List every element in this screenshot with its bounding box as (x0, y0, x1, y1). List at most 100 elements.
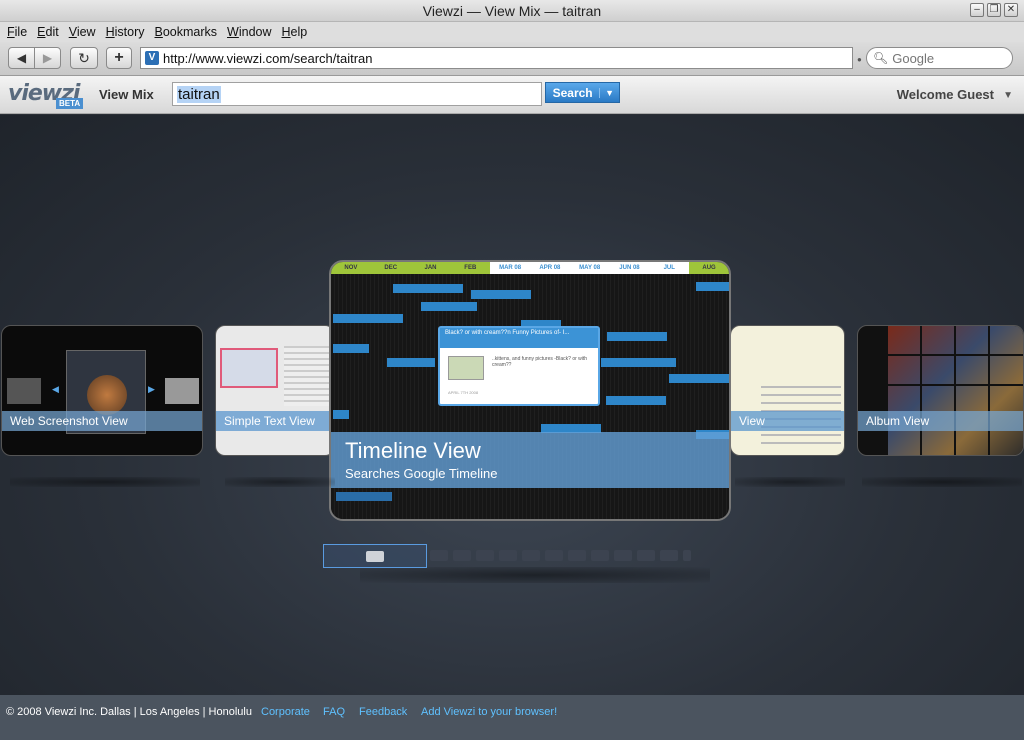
menu-help[interactable]: Help (279, 22, 315, 42)
reload-button[interactable]: ↻ (70, 47, 98, 69)
next-arrow-icon[interactable]: ▶ (148, 384, 155, 395)
text-preview-lines (284, 346, 332, 406)
menu-file[interactable]: File (4, 22, 34, 42)
footer: © 2008 Viewzi Inc. Dallas | Los Angeles … (0, 695, 1024, 740)
album-view-card[interactable]: Album View (857, 325, 1024, 456)
card-shadow (225, 477, 335, 487)
pager-dot[interactable] (453, 550, 471, 561)
prev-arrow-icon[interactable]: ◀ (52, 384, 59, 395)
month-label: JUN 08 (609, 262, 650, 274)
event-popup-title: Black? or with cream??n Funny Pictures o… (440, 328, 598, 348)
album-view-label: Album View (858, 411, 1023, 431)
month-label: FEB (450, 262, 491, 274)
event-popup-date: APRIL 7TH 2008 (448, 390, 479, 395)
pager-dot[interactable] (499, 550, 517, 561)
month-label: MAR 08 (490, 262, 530, 274)
card-shadow (735, 477, 845, 487)
browser-search-field[interactable]: 🔍︎ (866, 47, 1013, 69)
scroller-thumb[interactable] (366, 551, 384, 562)
event-popup[interactable]: Black? or with cream??n Funny Pictures o… (438, 326, 600, 406)
menu-view[interactable]: View (66, 22, 103, 42)
month-label: JUL (649, 262, 690, 274)
pager-dot[interactable] (637, 550, 655, 561)
pager-dot[interactable] (660, 550, 678, 561)
footer-link-feedback[interactable]: Feedback (359, 706, 407, 718)
footer-link-add-viewzi[interactable]: Add Viewzi to your browser! (421, 706, 557, 718)
album-art-grid (888, 326, 1023, 455)
timeline-event[interactable] (333, 344, 369, 353)
month-label: APR 08 (529, 262, 570, 274)
add-bookmark-button[interactable]: + (106, 47, 132, 69)
timeline-event[interactable] (607, 332, 667, 341)
timeline-view-card[interactable]: NOV DEC JAN FEB MAR 08 APR 08 MAY 08 JUN… (329, 260, 731, 521)
search-button-label: Search (552, 85, 593, 100)
simple-text-view-label: Simple Text View (216, 411, 334, 431)
forward-button[interactable]: ▶ (34, 47, 61, 69)
event-popup-text: ..kittens, and funny pictures -Black? or… (492, 356, 588, 368)
pager-dot[interactable] (430, 550, 448, 561)
menu-bar: File Edit View History Bookmarks Window … (0, 22, 1024, 42)
card-shadow (360, 567, 710, 583)
plus-icon: + (114, 49, 124, 66)
view-mix-label[interactable]: View Mix (99, 87, 154, 102)
timeline-event[interactable] (333, 410, 349, 419)
text-preview-thumb (220, 348, 278, 388)
web-screenshot-view-card[interactable]: ◀ ▶ Web Screenshot View (1, 325, 203, 456)
timeline-view-subtitle: Searches Google Timeline (345, 466, 498, 481)
timeline-event[interactable] (606, 396, 666, 405)
window-title: Viewzi — View Mix — taitran (422, 3, 602, 19)
back-arrow-icon: ◀ (16, 51, 27, 65)
search-button[interactable]: Search ▼ (545, 82, 620, 103)
pager-dot[interactable] (568, 550, 586, 561)
pager-dot[interactable] (614, 550, 632, 561)
timeline-event[interactable] (333, 314, 403, 323)
timeline-event[interactable] (669, 374, 729, 383)
month-label: DEC (370, 262, 411, 274)
magnifier-icon: 🔍︎ (873, 51, 889, 65)
window-titlebar: Viewzi — View Mix — taitran – ❐ ✕ (0, 0, 1024, 22)
pager-dot[interactable] (591, 550, 609, 561)
month-label: MAY 08 (569, 262, 610, 274)
list-view-card[interactable]: View (730, 325, 845, 456)
chevron-down-icon[interactable]: ▼ (1003, 90, 1013, 101)
minimize-icon[interactable]: – (970, 3, 984, 17)
menu-history[interactable]: History (103, 22, 152, 42)
menu-edit[interactable]: Edit (34, 22, 66, 42)
timeline-event[interactable] (393, 284, 463, 293)
beta-badge: BETA (56, 98, 84, 109)
footer-link-faq[interactable]: FAQ (323, 706, 345, 718)
timeline-event[interactable] (387, 358, 435, 367)
address-bar[interactable]: V (140, 47, 853, 69)
timeline-event[interactable] (421, 302, 477, 311)
viewzi-header: viewzi BETA View Mix taitran Search ▼ We… (0, 76, 1024, 114)
timeline-event[interactable] (336, 492, 392, 501)
timeline-event[interactable] (696, 282, 729, 291)
timeline-event[interactable] (601, 358, 676, 367)
timeline-view-band: Timeline View Searches Google Timeline (331, 432, 729, 488)
search-dropdown-icon[interactable]: ▼ (599, 87, 619, 98)
restore-icon[interactable]: ❐ (987, 3, 1001, 17)
url-input[interactable] (163, 50, 823, 66)
menu-bookmarks[interactable]: Bookmarks (152, 22, 225, 42)
list-view-label: View (731, 411, 844, 431)
menu-window[interactable]: Window (224, 22, 278, 42)
pager-dot[interactable] (545, 550, 563, 561)
welcome-text[interactable]: Welcome Guest (897, 87, 994, 102)
footer-link-corporate[interactable]: Corporate (261, 706, 310, 718)
close-icon[interactable]: ✕ (1004, 3, 1018, 17)
query-input[interactable]: taitran (172, 82, 542, 106)
view-scroller-window[interactable] (323, 544, 427, 568)
web-screenshot-view-label: Web Screenshot View (2, 411, 202, 431)
query-text: taitran (177, 85, 221, 103)
browser-search-input[interactable] (892, 50, 1003, 66)
pager-dot[interactable] (522, 550, 540, 561)
event-popup-thumb (448, 356, 484, 380)
rss-dot-icon: ● (857, 55, 862, 64)
timeline-event[interactable] (471, 290, 531, 299)
pager-dot[interactable] (476, 550, 494, 561)
month-label: JAN (410, 262, 451, 274)
simple-text-view-card[interactable]: Simple Text View (215, 325, 335, 456)
card-shadow (10, 477, 200, 487)
pager-dot[interactable] (683, 550, 691, 561)
back-button[interactable]: ◀ (8, 47, 35, 69)
